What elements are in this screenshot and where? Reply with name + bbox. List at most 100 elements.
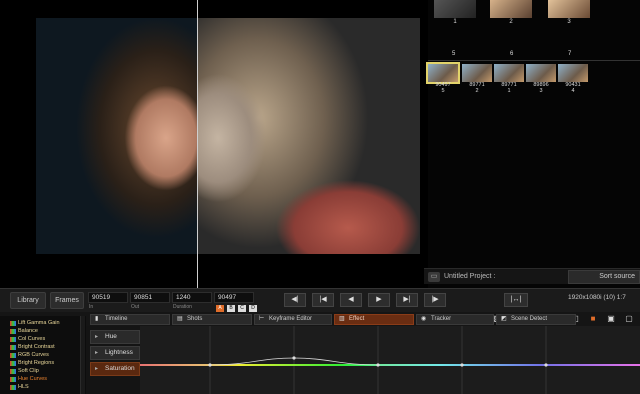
curve-channels: ▸ Hue ▸ Lightness ▸ Saturation: [86, 326, 140, 394]
effect-icon: [10, 329, 16, 334]
clip-id: 89771 2: [469, 82, 485, 94]
transport-bar: Library Frames 90519 In 90851 Out 1240 D…: [0, 288, 640, 312]
out-caption: Out: [131, 304, 140, 310]
slot-label: 6: [510, 51, 514, 57]
play-icon[interactable]: ▶: [368, 293, 390, 307]
clip-thumb[interactable]: [462, 64, 492, 82]
effect-icon: [10, 369, 16, 374]
panel-tabs: ▮ Timeline ▤ Shots ⊢ Keyframe Editor ▥ Effec…: [86, 314, 640, 326]
folder-icon[interactable]: ▭: [428, 272, 440, 282]
curve-control-point[interactable]: [376, 363, 380, 367]
hue-curve-graph[interactable]: [140, 326, 640, 394]
next-mark-icon[interactable]: |▶: [424, 293, 446, 307]
effect-item[interactable]: Balance: [18, 328, 38, 334]
tab-keyframe-editor[interactable]: ⊢ Keyframe Editor: [254, 314, 332, 325]
version-c-button[interactable]: C: [238, 305, 246, 312]
clip-browser: 1 2 3 5 6 7 90497 5 89771 2 89771 1 89896 3 …: [426, 0, 640, 288]
effect-icon: [10, 337, 16, 342]
split-compare-line[interactable]: [197, 0, 198, 288]
out-field[interactable]: 90851: [130, 292, 170, 303]
clip-thumb-selected[interactable]: [426, 62, 460, 84]
effect-item[interactable]: Col Curves: [18, 336, 45, 342]
curve-control-point[interactable]: [544, 363, 548, 367]
project-bar: ▭ Untitled Project : Sort source: [424, 268, 640, 284]
skip-start-icon[interactable]: |◀: [312, 293, 334, 307]
clip-id: 90497 5: [435, 82, 451, 94]
split-preview-frame: [36, 18, 420, 254]
browser-divider: [428, 60, 640, 61]
saturation-curve: [140, 357, 640, 366]
clip-thumb[interactable]: [494, 64, 524, 82]
effect-item[interactable]: HLS: [18, 384, 29, 390]
channel-hue[interactable]: ▸ Hue: [90, 330, 140, 344]
range-icon[interactable]: |↔|: [504, 293, 528, 307]
clip-thumb[interactable]: 3: [548, 0, 590, 25]
graph-gridlines: [209, 326, 547, 394]
effect-icon: [10, 361, 16, 366]
video-viewer[interactable]: [0, 0, 428, 288]
tab-tracker[interactable]: ◉ Tracker: [416, 314, 494, 325]
tab-shots[interactable]: ▤ Shots: [172, 314, 252, 325]
slot-label: 5: [452, 51, 456, 57]
version-a-button[interactable]: A: [216, 305, 224, 312]
effects-scrollbar[interactable]: [80, 316, 85, 394]
effect-item[interactable]: Bright Regions: [18, 360, 54, 366]
shots-icon: ▤: [177, 316, 183, 322]
curve-control-point[interactable]: [460, 363, 464, 367]
duration-field[interactable]: 1240: [172, 292, 212, 303]
curve-control-point[interactable]: [208, 363, 212, 367]
clip-thumb[interactable]: [558, 64, 588, 82]
duration-caption: Duration: [173, 304, 192, 310]
tab-effect[interactable]: ▥ Effect: [334, 314, 414, 325]
project-title: Untitled Project :: [444, 273, 496, 280]
library-button[interactable]: Library: [10, 292, 46, 309]
channel-saturation[interactable]: ▸ Saturation: [90, 362, 140, 376]
effect-icon: [10, 377, 16, 382]
clip-id: 89896 3: [533, 82, 549, 94]
version-b-button[interactable]: B: [227, 305, 235, 312]
effect-item[interactable]: Soft Clip: [18, 368, 39, 374]
sort-source-dropdown[interactable]: Sort source: [568, 270, 640, 284]
scene-detect-icon: ◩: [501, 316, 507, 322]
in-field[interactable]: 90519: [88, 292, 128, 303]
chevron-right-icon: ▸: [95, 350, 99, 356]
clip-id: 90431 4: [565, 82, 581, 94]
thumb-label: 3: [567, 19, 571, 25]
current-frame-field[interactable]: 90497: [214, 292, 254, 303]
timeline-icon: ▮: [95, 316, 99, 322]
effect-item[interactable]: Bright Contrast: [18, 344, 55, 350]
thumb-label: 2: [509, 19, 513, 25]
chevron-right-icon: ▸: [95, 366, 99, 372]
original-half: [198, 18, 420, 254]
effect-icon: [10, 385, 16, 390]
keyframe-icon: ⊢: [259, 316, 265, 322]
tab-scene-detect[interactable]: ◩ Scene Detect: [496, 314, 576, 325]
chevron-right-icon: ▸: [95, 334, 99, 340]
frames-button[interactable]: Frames: [50, 292, 84, 309]
graded-half: [36, 18, 198, 254]
resolution-readout: 1920x1080i (10) 1:7: [568, 294, 626, 301]
effect-icon: [10, 345, 16, 350]
effect-tab-icon: ▥: [339, 316, 345, 322]
version-d-button[interactable]: D: [249, 305, 257, 312]
play-reverse-icon[interactable]: ◀: [340, 293, 362, 307]
effect-item[interactable]: Lift Gamma Gain: [18, 320, 60, 326]
slot-label: 7: [568, 51, 572, 57]
in-caption: In: [89, 304, 94, 310]
clip-thumb[interactable]: 2: [490, 0, 532, 25]
skip-end-icon[interactable]: ▶|: [396, 293, 418, 307]
prev-mark-icon[interactable]: ◀|: [284, 293, 306, 307]
thumb-label: 1: [453, 19, 457, 25]
effect-item[interactable]: RGB Curves: [18, 352, 49, 358]
effect-icon: [10, 321, 16, 326]
effect-item[interactable]: Hue Curves: [18, 376, 47, 382]
clip-thumb[interactable]: [526, 64, 556, 82]
effect-icon: [10, 353, 16, 358]
clip-thumb[interactable]: 1: [434, 0, 476, 25]
curve-control-point[interactable]: [292, 356, 296, 360]
clip-id: 89771 1: [501, 82, 517, 94]
tab-timeline[interactable]: ▮ Timeline: [90, 314, 170, 325]
channel-lightness[interactable]: ▸ Lightness: [90, 346, 140, 360]
tracker-icon: ◉: [421, 316, 427, 322]
effects-list: Lift Gamma Gain Balance Col Curves Brigh…: [0, 316, 86, 394]
